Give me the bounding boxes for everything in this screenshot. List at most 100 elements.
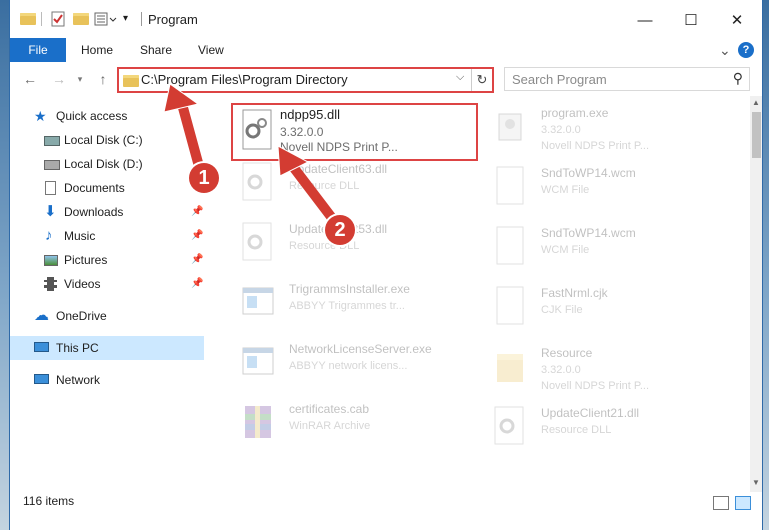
address-bar[interactable]: C:\Program Files\Program Directory ⌵ ↻	[117, 67, 494, 93]
star-icon: ★	[34, 108, 47, 124]
file-type: ABBYY Trigrammes tr...	[289, 300, 405, 312]
nav-downloads[interactable]: ⬇ Downloads 📌	[10, 200, 204, 224]
file-tile[interactable]: UpdateClient63.dll Resource DLL	[215, 156, 455, 212]
file-tile[interactable]: program.exe 3.32.0.0 Novell NDPS Print P…	[467, 100, 707, 156]
tab-file[interactable]: File	[10, 38, 66, 62]
address-row: ← → ▾ ↑ C:\Program Files\Program Directo…	[10, 62, 762, 96]
back-arrow-icon[interactable]: ←	[21, 70, 39, 88]
file-name: FastNrml.cjk	[541, 286, 608, 300]
search-icon[interactable]: ⚲	[733, 70, 743, 87]
nav-label: Music	[64, 229, 96, 243]
dropdown-icon[interactable]: ▾	[123, 13, 128, 29]
file-name: UpdateClient63.dll	[289, 162, 388, 176]
file-tile[interactable]: SndToWP14.wcm WCM File	[467, 160, 707, 216]
toolbar-divider	[41, 12, 42, 26]
large-icons-view-icon[interactable]	[735, 496, 751, 510]
exe-file-icon	[241, 282, 275, 322]
status-bar: 116 items	[10, 492, 762, 516]
file-version: 3.32.0.0	[541, 124, 581, 136]
nav-local-disk-d[interactable]: Local Disk (D:)	[10, 152, 204, 176]
file-type: Resource DLL	[541, 424, 612, 436]
file-description: Novell NDPS Print P...	[280, 140, 398, 154]
nav-videos[interactable]: Videos 📌	[10, 272, 204, 296]
file-name: program.exe	[541, 106, 609, 120]
maximize-button[interactable]: ☐	[668, 8, 714, 34]
blank-file-icon	[493, 286, 527, 326]
dll-file-icon	[241, 162, 275, 202]
step-badge-2: 2	[325, 215, 355, 245]
nav-documents[interactable]: Documents	[10, 176, 204, 200]
music-icon: ♪	[45, 227, 53, 244]
nav-local-disk-c[interactable]: Local Disk (C:)	[10, 128, 204, 152]
dll-file-icon	[493, 406, 527, 446]
network-icon	[34, 374, 49, 384]
refresh-icon[interactable]: ↻	[471, 69, 492, 91]
close-button[interactable]: ✕	[714, 8, 760, 34]
nav-label: Pictures	[64, 253, 108, 267]
file-version: 3.32.0.0	[280, 125, 324, 139]
new-folder-icon[interactable]	[73, 11, 89, 27]
navigation-pane: ★ Quick access Local Disk (C:) Local Dis…	[10, 96, 204, 458]
download-icon: ⬇	[44, 203, 57, 220]
nav-label: Quick access	[56, 109, 128, 123]
file-tile[interactable]: UpdateClient21.dll Resource DLL	[467, 400, 707, 456]
nav-onedrive[interactable]: ☁ OneDrive	[10, 304, 204, 328]
tab-share[interactable]: Share	[140, 38, 172, 62]
dll-file-icon	[241, 222, 275, 262]
file-name: UpdateClient21.dll	[541, 406, 640, 420]
scroll-up-icon[interactable]: ▲	[752, 98, 760, 107]
folder-icon	[123, 73, 139, 87]
file-name: NetworkLicenseServer.exe	[289, 342, 432, 356]
video-icon	[44, 277, 57, 291]
customize-quick-access-icon[interactable]	[94, 11, 122, 27]
pin-icon: 📌	[191, 254, 204, 265]
nav-quick-access[interactable]: ★ Quick access	[10, 104, 204, 128]
file-tile[interactable]: FastNrml.cjk CJK File	[467, 280, 707, 336]
scroll-down-icon[interactable]: ▼	[752, 478, 760, 487]
file-type: CJK File	[541, 304, 583, 316]
file-type: Resource DLL	[289, 180, 360, 192]
file-name: SndToWP14.wcm	[541, 226, 636, 240]
file-type: WinRAR Archive	[289, 420, 371, 432]
folder-icon	[20, 11, 36, 27]
search-placeholder: Search Program	[512, 72, 607, 87]
recent-locations-icon[interactable]: ▾	[71, 70, 89, 88]
search-input[interactable]: Search Program ⚲	[504, 67, 750, 91]
file-tile[interactable]: Resource 3.32.0.0 Novell NDPS Print P...	[467, 340, 707, 396]
vertical-scrollbar[interactable]: ▲ ▼	[750, 96, 762, 492]
file-version: 3.32.0.0	[541, 364, 581, 376]
file-tile[interactable]: NetworkLicenseServer.exe ABBYY network l…	[215, 336, 455, 392]
dll-file-icon	[241, 109, 275, 154]
properties-icon[interactable]	[51, 11, 65, 27]
ribbon-expand-icon[interactable]: ⌄	[719, 38, 731, 62]
file-tile[interactable]: SndToWP14.wcm WCM File	[467, 220, 707, 276]
nav-label: Network	[56, 373, 101, 387]
file-name: TrigrammsInstaller.exe	[289, 282, 410, 296]
details-view-icon[interactable]	[713, 496, 729, 510]
nav-network[interactable]: Network	[10, 368, 204, 392]
nav-pictures[interactable]: Pictures 📌	[10, 248, 204, 272]
tab-home[interactable]: Home	[81, 38, 113, 62]
address-path: C:\Program Files\Program Directory	[141, 72, 348, 87]
ribbon-tabs: File Home Share View ⌄ ?	[10, 38, 762, 63]
help-icon[interactable]: ?	[738, 42, 754, 58]
file-name: SndToWP14.wcm	[541, 166, 636, 180]
up-arrow-icon[interactable]: ↑	[94, 70, 112, 88]
title-divider	[141, 12, 142, 26]
forward-arrow-icon[interactable]: →	[50, 70, 68, 88]
chevron-down-icon[interactable]: ⌵	[456, 71, 464, 84]
nav-music[interactable]: ♪ Music 📌	[10, 224, 204, 248]
nav-this-pc[interactable]: This PC	[10, 336, 204, 360]
file-description: Novell NDPS Print P...	[541, 140, 650, 152]
tab-view[interactable]: View	[198, 38, 224, 62]
file-tile[interactable]: TrigrammsInstaller.exe ABBYY Trigrammes …	[215, 276, 455, 332]
highlighted-file-tile[interactable]: ndpp95.dll 3.32.0.0 Novell NDPS Print P.…	[231, 103, 478, 161]
file-tile[interactable]: certificates.cab WinRAR Archive	[215, 396, 455, 452]
file-type: WCM File	[541, 244, 590, 256]
explorer-window: ▾ Program — ☐ ✕ File Home Share View ⌄ ?…	[10, 0, 762, 530]
nav-label: This PC	[56, 341, 99, 355]
scrollbar-thumb[interactable]	[752, 112, 761, 158]
title-bar: ▾ Program — ☐ ✕	[10, 0, 762, 38]
file-type: ABBYY network licens...	[289, 360, 408, 372]
minimize-button[interactable]: —	[622, 8, 668, 34]
